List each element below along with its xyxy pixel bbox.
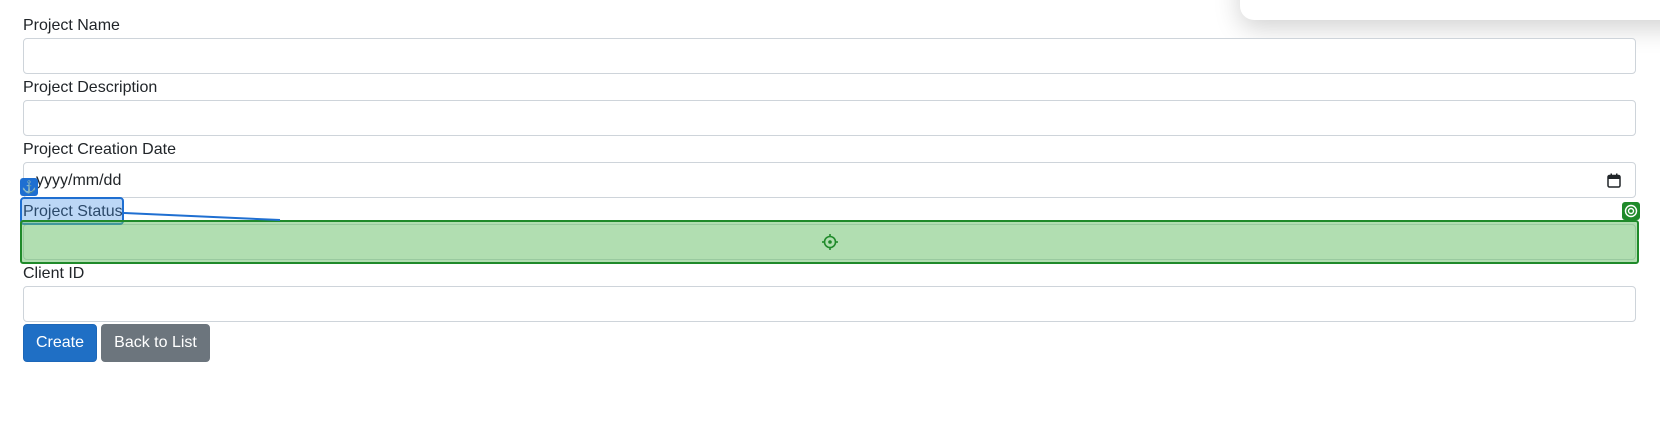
client-id-input[interactable] xyxy=(23,286,1636,322)
project-name-label: Project Name xyxy=(23,17,120,34)
connector-line xyxy=(123,212,281,221)
target-icon xyxy=(1622,202,1640,220)
project-creation-date-input[interactable]: yyyy/mm/dd xyxy=(23,162,1636,198)
client-id-label: Client ID xyxy=(23,265,85,282)
date-placeholder: yyyy/mm/dd xyxy=(36,172,122,189)
back-to-list-button[interactable]: Back to List xyxy=(101,324,210,362)
create-button[interactable]: Create xyxy=(23,324,97,362)
project-name-input[interactable] xyxy=(23,38,1636,74)
floating-panel-shadow xyxy=(1240,0,1660,20)
project-creation-date-label: Project Creation Date xyxy=(23,141,176,158)
project-description-label: Project Description xyxy=(23,79,158,96)
project-description-input[interactable] xyxy=(23,100,1636,136)
target-highlight-box xyxy=(20,220,1639,264)
anchor-icon: ⚓ xyxy=(20,178,38,196)
page: Project Name Project Description Project… xyxy=(0,0,1660,442)
calendar-icon[interactable] xyxy=(1607,173,1621,188)
